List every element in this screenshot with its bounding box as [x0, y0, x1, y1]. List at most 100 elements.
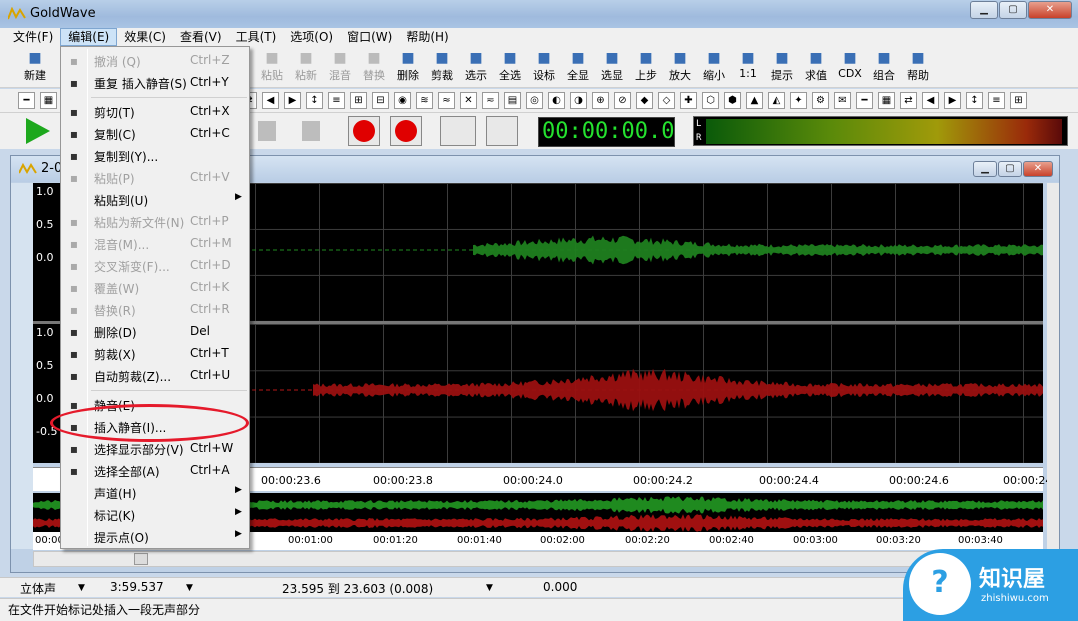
maximize-button[interactable]: ▢ — [999, 1, 1027, 19]
menu-3[interactable]: 查看(V) — [173, 28, 229, 46]
effect-tool-icon[interactable]: ▲ — [746, 92, 763, 109]
horizontal-scrollbar[interactable] — [33, 551, 1053, 567]
channel-status[interactable]: 立体声 — [20, 580, 56, 597]
toolbar-zoom-selection-button[interactable]: ■ 选显 — [595, 48, 629, 86]
menu-7[interactable]: 帮助(H) — [399, 28, 455, 46]
toolbar-mix-button[interactable]: ■ 混音 — [323, 48, 357, 86]
menu-2[interactable]: 效果(C) — [117, 28, 173, 46]
effect-tool-icon[interactable]: ✕ — [460, 92, 477, 109]
effect-tool-icon[interactable]: ◑ — [570, 92, 587, 109]
edit-menu-item[interactable]: ▪ 剪裁(X) Ctrl+T — [61, 343, 249, 365]
toolbar-replace-button[interactable]: ■ 替换 — [357, 48, 391, 86]
vertical-scrollbar[interactable] — [1047, 183, 1059, 549]
edit-menu-item[interactable]: ▪ 混音(M)... Ctrl+M — [61, 233, 249, 255]
effect-tool-icon[interactable]: ▦ — [878, 92, 895, 109]
edit-menu-item[interactable]: ▪ 复制(C) Ctrl+C — [61, 123, 249, 145]
edit-menu-item[interactable]: ▪ 剪切(T) Ctrl+X — [61, 101, 249, 123]
control-properties-icon[interactable] — [486, 116, 518, 146]
effect-tool-icon[interactable]: ⊕ — [592, 92, 609, 109]
toolbar-cd-button[interactable]: ■ CDX — [833, 48, 867, 86]
effect-tool-icon[interactable]: ↕ — [966, 92, 983, 109]
effect-tool-icon[interactable]: ⚙ — [812, 92, 829, 109]
length-status[interactable]: 3:59.537 — [110, 580, 164, 594]
effect-tool-icon[interactable]: ▦ — [40, 92, 57, 109]
effect-tool-icon[interactable]: ⬢ — [724, 92, 741, 109]
effect-tool-icon[interactable]: ≡ — [988, 92, 1005, 109]
edit-menu-item[interactable]: 提示点(O) ▶ — [61, 526, 249, 548]
record-icon[interactable] — [348, 116, 380, 146]
effect-tool-icon[interactable]: ▶ — [284, 92, 301, 109]
record-new-icon[interactable] — [390, 116, 422, 146]
edit-menu-item[interactable]: ▪ 覆盖(W) Ctrl+K — [61, 277, 249, 299]
edit-menu-item[interactable]: 标记(K) ▶ — [61, 504, 249, 526]
toolbar-delete-button[interactable]: ■ 删除 — [391, 48, 425, 86]
effect-tool-icon[interactable]: ◐ — [548, 92, 565, 109]
toolbar-help-button[interactable]: ■ 帮助 — [901, 48, 935, 86]
edit-menu-item[interactable]: ▪ 复制到(Y)... — [61, 145, 249, 167]
effect-tool-icon[interactable]: ◉ — [394, 92, 411, 109]
play-icon[interactable] — [26, 118, 50, 144]
edit-menu-item[interactable]: 粘贴到(U) ▶ — [61, 189, 249, 211]
toolbar-batch-button[interactable]: ■ 组合 — [867, 48, 901, 86]
edit-menu-item[interactable]: ▪ 替换(R) Ctrl+R — [61, 299, 249, 321]
toolbar-paste-button[interactable]: ■ 粘贴 — [255, 48, 289, 86]
toolbar-select-all-button[interactable]: ■ 全选 — [493, 48, 527, 86]
edit-menu-item[interactable]: ▪ 自动剪裁(Z)... Ctrl+U — [61, 365, 249, 387]
edit-menu-item[interactable]: ▪ 重复 插入静音(S) Ctrl+Y — [61, 72, 249, 94]
effect-tool-icon[interactable]: ⊞ — [350, 92, 367, 109]
effect-tool-icon[interactable]: ◀ — [922, 92, 939, 109]
effect-tool-icon[interactable]: ✦ — [790, 92, 807, 109]
menu-0[interactable]: 文件(F) — [6, 28, 60, 46]
toolbar-expression-button[interactable]: ■ 求值 — [799, 48, 833, 86]
toolbar-zoom-all-button[interactable]: ■ 全显 — [561, 48, 595, 86]
scroll-thumb[interactable] — [134, 553, 148, 565]
effect-tool-icon[interactable]: ≈ — [438, 92, 455, 109]
effect-tool-icon[interactable]: ◀ — [262, 92, 279, 109]
edit-menu-item[interactable]: ▪ 选择全部(A) Ctrl+A — [61, 460, 249, 482]
minimize-button[interactable]: ▁ — [970, 1, 998, 19]
menu-4[interactable]: 工具(T) — [229, 28, 284, 46]
toolbar-zoom-1-1-button[interactable]: ■ 1:1 — [731, 48, 765, 86]
effect-tool-icon[interactable]: ▶ — [944, 92, 961, 109]
effect-tool-icon[interactable]: ✚ — [680, 92, 697, 109]
effect-tool-icon[interactable]: ▤ — [504, 92, 521, 109]
edit-menu-item[interactable]: ▪ 粘贴(P) Ctrl+V — [61, 167, 249, 189]
menu-5[interactable]: 选项(O) — [283, 28, 340, 46]
effect-tool-icon[interactable]: ⊟ — [372, 92, 389, 109]
effect-tool-icon[interactable]: ⊞ — [1010, 92, 1027, 109]
menu-1[interactable]: 编辑(E) — [60, 28, 118, 46]
effect-tool-icon[interactable]: ⊘ — [614, 92, 631, 109]
effect-tool-icon[interactable]: ━ — [18, 92, 35, 109]
effect-tool-icon[interactable]: ↕ — [306, 92, 323, 109]
doc-minimize-button[interactable]: ▁ — [973, 161, 997, 177]
effect-tool-icon[interactable]: ≡ — [328, 92, 345, 109]
edit-menu-item[interactable]: ▪ 粘贴为新文件(N) Ctrl+P — [61, 211, 249, 233]
edit-menu-item[interactable]: ▪ 删除(D) Del — [61, 321, 249, 343]
selection-status[interactable]: 23.595 到 23.603 (0.008) — [282, 580, 433, 597]
stop-icon[interactable] — [302, 121, 320, 141]
effect-tool-icon[interactable]: ✉ — [834, 92, 851, 109]
effect-tool-icon[interactable]: ≋ — [416, 92, 433, 109]
toolbar-zoom-in-button[interactable]: ■ 放大 — [663, 48, 697, 86]
effect-tool-icon[interactable]: ━ — [856, 92, 873, 109]
effect-tool-icon[interactable]: ◭ — [768, 92, 785, 109]
chevron-down-icon[interactable]: ▼ — [486, 583, 493, 593]
doc-close-button[interactable]: ✕ — [1023, 161, 1053, 177]
effect-tool-icon[interactable]: ◇ — [658, 92, 675, 109]
record-settings-icon[interactable] — [440, 116, 476, 146]
toolbar-new-button[interactable]: ■ 新建 — [18, 48, 52, 86]
pause-icon[interactable] — [258, 121, 276, 141]
effect-tool-icon[interactable]: ≂ — [482, 92, 499, 109]
effect-tool-icon[interactable]: ⬡ — [702, 92, 719, 109]
effect-tool-icon[interactable]: ⇄ — [900, 92, 917, 109]
edit-menu-item[interactable]: ▪ 撤消 (Q) Ctrl+Z — [61, 50, 249, 72]
chevron-down-icon[interactable]: ▼ — [186, 583, 193, 593]
edit-menu-item[interactable]: 声道(H) ▶ — [61, 482, 249, 504]
toolbar-zoom-previous-button[interactable]: ■ 上步 — [629, 48, 663, 86]
close-button[interactable]: ✕ — [1028, 1, 1072, 19]
edit-menu-item[interactable]: ▪ 交叉渐变(F)... Ctrl+D — [61, 255, 249, 277]
doc-maximize-button[interactable]: ▢ — [998, 161, 1022, 177]
toolbar-zoom-out-button[interactable]: ■ 缩小 — [697, 48, 731, 86]
toolbar-select-view-button[interactable]: ■ 选示 — [459, 48, 493, 86]
toolbar-set-marker-button[interactable]: ■ 设标 — [527, 48, 561, 86]
